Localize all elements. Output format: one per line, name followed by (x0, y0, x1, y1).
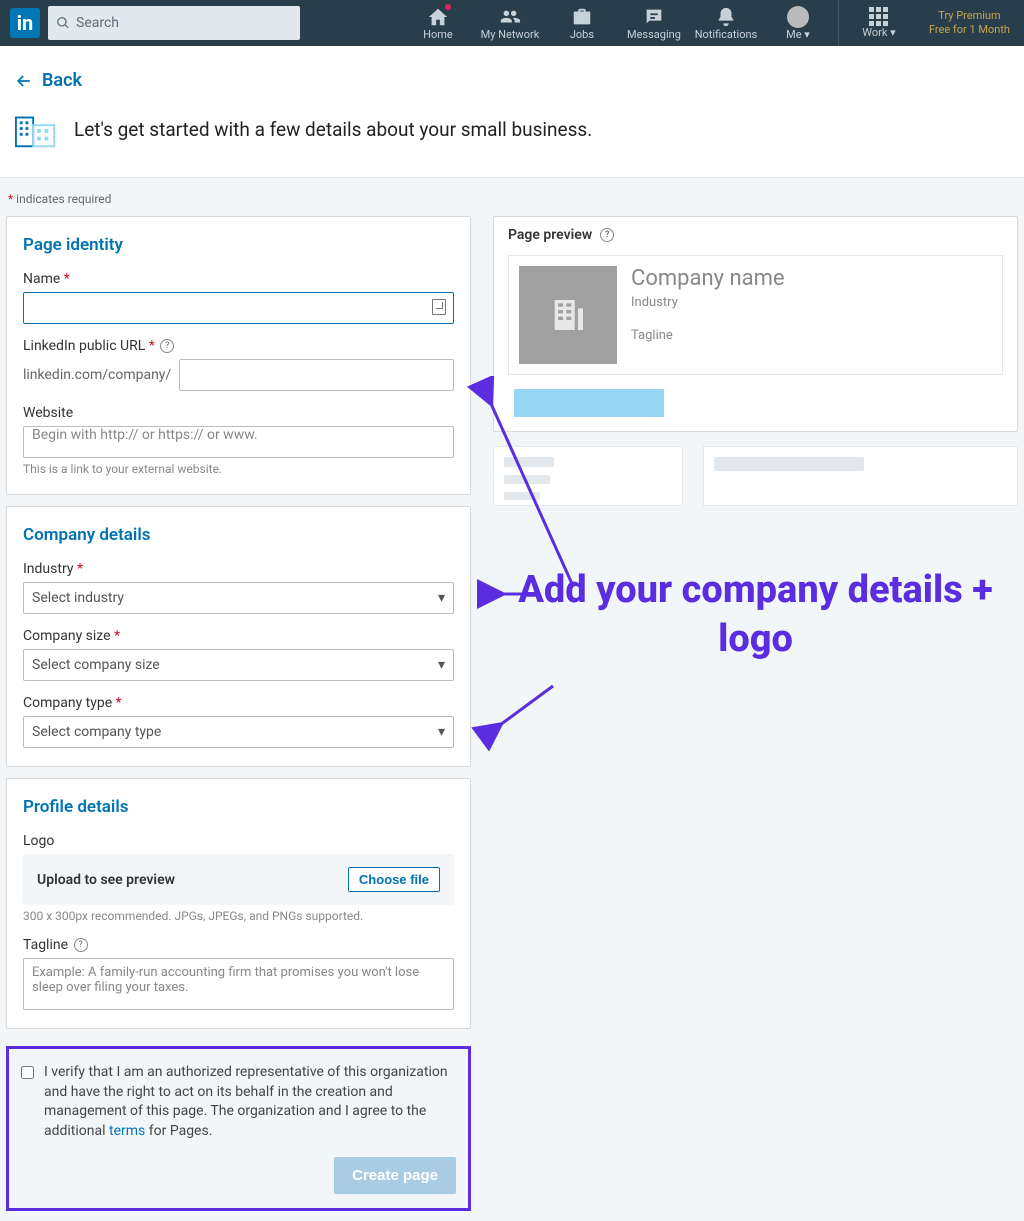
bell-icon (715, 6, 737, 28)
page-preview-card: Page preview ? Company name Industry Tag… (493, 216, 1018, 432)
chevron-down-icon: ▾ (438, 657, 445, 673)
chevron-down-icon: ▾ (438, 724, 445, 740)
annotation: Add your company details + logo (493, 566, 1018, 665)
preview-info: Company name Industry Tagline (631, 266, 785, 364)
building-icon (548, 295, 588, 335)
url-input[interactable] (179, 359, 454, 391)
annotation-text: Add your company details + logo (493, 566, 1018, 665)
contact-card-icon (432, 299, 446, 315)
search-icon (56, 16, 70, 30)
skeleton-card (493, 446, 683, 506)
left-column: Page identity Name * LinkedIn public URL… (6, 216, 471, 1211)
nav-jobs-label: Jobs (570, 28, 594, 41)
tagline-input[interactable]: Example: A family-run accounting firm th… (23, 958, 454, 1010)
nav-me[interactable]: Me ▾ (762, 0, 834, 46)
url-label: LinkedIn public URL * ? (23, 338, 454, 354)
verify-box: I verify that I am an authorized represe… (6, 1046, 471, 1211)
required-note: * indicates required (6, 188, 1018, 216)
choose-file-button[interactable]: Choose file (348, 867, 440, 892)
subheader: Back (0, 46, 1024, 109)
website-input[interactable]: Begin with http:// or https:// or www. (23, 426, 454, 458)
network-icon (499, 6, 521, 28)
nav-network-label: My Network (481, 28, 540, 41)
linkedin-logo[interactable]: in (10, 8, 40, 38)
company-details-card: Company details Industry * Select indust… (6, 506, 471, 767)
help-icon[interactable]: ? (74, 938, 88, 952)
nav-work-label: Work ▾ (862, 26, 895, 39)
nav-messaging-label: Messaging (627, 28, 681, 41)
nav-network[interactable]: My Network (474, 0, 546, 46)
company-details-title: Company details (23, 525, 454, 545)
logo-label: Logo (23, 833, 454, 849)
premium-line2: Free for 1 Month (929, 23, 1010, 37)
messaging-icon (643, 6, 665, 28)
intro-text: Let's get started with a few details abo… (74, 118, 592, 141)
nav-divider (838, 0, 839, 46)
nav-work[interactable]: Work ▾ (843, 0, 915, 46)
notification-dot (444, 3, 452, 11)
skeleton-card (703, 446, 1018, 506)
nav-items: Home My Network Jobs Messaging Notificat… (402, 0, 1024, 46)
nav-me-label: Me ▾ (786, 28, 810, 41)
search-placeholder: Search (76, 15, 119, 31)
avatar (787, 6, 809, 28)
industry-label: Industry * (23, 561, 454, 577)
size-select[interactable]: Select company size▾ (23, 649, 454, 681)
industry-select[interactable]: Select industry▾ (23, 582, 454, 614)
premium-line1: Try Premium (929, 9, 1010, 23)
name-input[interactable] (23, 292, 454, 324)
skeleton-row (493, 446, 1018, 506)
chevron-down-icon: ▾ (438, 590, 445, 606)
preview-body: Company name Industry Tagline (508, 255, 1003, 375)
upload-row: Upload to see preview Choose file (23, 854, 454, 905)
terms-link[interactable]: terms (109, 1123, 145, 1139)
nav-messaging[interactable]: Messaging (618, 0, 690, 46)
url-prefix: linkedin.com/company/ (23, 367, 171, 383)
nav-notifications[interactable]: Notifications (690, 0, 762, 46)
upload-hint: 300 x 300px recommended. JPGs, JPEGs, an… (23, 909, 454, 923)
website-label: Website (23, 405, 454, 421)
website-hint: This is a link to your external website. (23, 462, 454, 476)
nav-jobs[interactable]: Jobs (546, 0, 618, 46)
help-icon[interactable]: ? (160, 339, 174, 353)
nav-home[interactable]: Home (402, 0, 474, 46)
premium-link[interactable]: Try Premium Free for 1 Month (915, 0, 1024, 46)
back-button[interactable]: Back (14, 70, 82, 91)
preview-industry: Industry (631, 295, 785, 310)
preview-company-name: Company name (631, 266, 785, 291)
nav-notifications-label: Notifications (695, 28, 758, 41)
create-page-button[interactable]: Create page (334, 1157, 456, 1194)
jobs-icon (571, 6, 593, 28)
right-column: Page preview ? Company name Industry Tag… (493, 216, 1018, 665)
arrow-left-icon (14, 71, 34, 91)
verify-text: I verify that I am an authorized represe… (44, 1063, 456, 1141)
help-icon[interactable]: ? (600, 228, 614, 242)
business-icon (14, 109, 60, 149)
top-nav: in Search Home My Network Jobs Messaging… (0, 0, 1024, 46)
grid-icon (869, 7, 888, 26)
profile-details-card: Profile details Logo Upload to see previ… (6, 778, 471, 1029)
page-identity-title: Page identity (23, 235, 454, 255)
upload-label: Upload to see preview (37, 872, 175, 888)
tagline-label: Tagline ? (23, 937, 454, 953)
verify-checkbox[interactable] (21, 1064, 34, 1081)
nav-home-label: Home (423, 28, 453, 41)
intro-row: Let's get started with a few details abo… (0, 109, 1024, 177)
page-identity-card: Page identity Name * LinkedIn public URL… (6, 216, 471, 495)
content-area: * indicates required Page identity Name … (0, 177, 1024, 1221)
type-label: Company type * (23, 695, 454, 711)
logo-placeholder (519, 266, 617, 364)
type-select[interactable]: Select company type▾ (23, 716, 454, 748)
back-label: Back (42, 70, 82, 91)
size-label: Company size * (23, 628, 454, 644)
name-label: Name * (23, 271, 454, 287)
preview-button-placeholder (514, 389, 664, 417)
preview-tagline: Tagline (631, 328, 785, 343)
page-preview-title: Page preview ? (508, 227, 1003, 243)
profile-details-title: Profile details (23, 797, 454, 817)
search-input[interactable]: Search (48, 6, 300, 40)
